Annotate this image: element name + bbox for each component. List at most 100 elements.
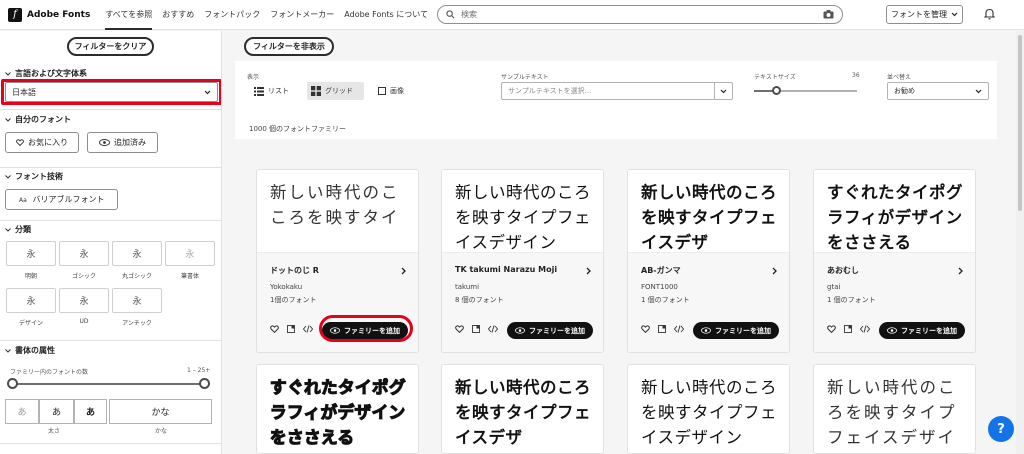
scrollbar-thumb[interactable] — [1018, 35, 1022, 211]
class-tile-ud[interactable]: 永 — [59, 288, 109, 313]
view-image-label: 画像 — [390, 87, 404, 95]
view-toolbar — [235, 61, 997, 139]
heart-icon[interactable] — [827, 325, 836, 333]
font-card-preview[interactable]: すぐれたタイポグラフィがデザインをささえる — [814, 170, 975, 252]
chevron-right-icon[interactable] — [586, 267, 591, 275]
font-card-preview[interactable]: 新しい時代のころを映すタイプフェイスデザイン — [628, 365, 789, 447]
nav-link-recommendations[interactable]: おすすめ — [157, 0, 199, 30]
sample-text-input[interactable] — [502, 87, 714, 95]
font-card-foundry[interactable]: Yokokaku — [270, 283, 302, 291]
font-card-count: 1 個のフォント — [827, 296, 876, 304]
font-card-preview[interactable]: 新しい時代のころを映すタイプフェイスデザイン — [814, 365, 975, 447]
font-card[interactable]: すぐれたタイポグラフィがデザインをささえる あおむし gtai 1 個のフォント… — [813, 169, 976, 353]
search-bar[interactable] — [437, 5, 843, 24]
sample-text-dropdown[interactable] — [714, 83, 732, 99]
family-count-max-handle[interactable] — [199, 378, 210, 389]
nav-link-browse-all[interactable]: すべてを参照 — [100, 0, 157, 30]
view-list-button[interactable]: リスト — [250, 82, 295, 100]
chevron-right-icon[interactable] — [401, 267, 406, 275]
sample-text-field[interactable] — [501, 82, 733, 100]
code-icon[interactable] — [488, 325, 498, 333]
variable-fonts-button[interactable]: Aa バリアブルフォント — [5, 189, 118, 210]
chevron-down-icon — [5, 117, 11, 122]
added-fonts-button[interactable]: 追加済み — [87, 132, 158, 153]
library-icon[interactable] — [472, 325, 480, 333]
adobe-fonts-logo-icon[interactable]: f — [8, 7, 22, 22]
hide-filters-button[interactable]: フィルターを非表示 — [244, 37, 334, 56]
kana-button[interactable]: かな — [109, 399, 212, 424]
heart-icon[interactable] — [455, 325, 464, 333]
font-card-preview[interactable]: 新しい時代のころを映すタイプフェイスデザイン — [442, 170, 603, 252]
font-card-foundry[interactable]: takumi — [455, 283, 479, 291]
page-scrollbar[interactable] — [1016, 31, 1024, 454]
class-label-gothic: ゴシック — [71, 273, 96, 280]
weight-bold-button[interactable]: あ — [74, 399, 107, 424]
font-card[interactable]: 新しい時代のころを映すタイプフェイスデザイン TK takumi Narazu … — [441, 169, 604, 353]
heart-icon[interactable] — [270, 325, 279, 333]
class-tile-maru-gothic[interactable]: 永 — [112, 241, 162, 266]
text-size-slider-track[interactable] — [754, 90, 857, 92]
nav-link-font-packs[interactable]: フォントパック — [199, 0, 265, 30]
family-count-min-handle[interactable] — [7, 378, 18, 389]
chevron-right-icon[interactable] — [958, 267, 963, 275]
weight-regular-button[interactable]: あ — [39, 399, 74, 424]
add-family-button[interactable]: ファミリーを追加 — [693, 322, 779, 339]
view-grid-button[interactable]: グリッド — [307, 82, 364, 100]
add-family-button[interactable]: ファミリーを追加 — [507, 322, 593, 339]
class-tile-design[interactable]: 永 — [6, 288, 56, 313]
add-family-highlight-annotation — [319, 315, 413, 342]
kana-label: かな — [155, 428, 168, 435]
heart-icon[interactable] — [641, 325, 650, 333]
favorites-label: お気に入り — [28, 138, 68, 147]
classification-section-title[interactable]: 分類 — [5, 224, 31, 235]
nav-link-about[interactable]: Adobe Fonts について — [339, 0, 433, 30]
add-family-button[interactable]: ファミリーを追加 — [879, 322, 965, 339]
class-label-ud: UD — [79, 318, 89, 325]
code-icon[interactable] — [674, 325, 684, 333]
my-fonts-section-title[interactable]: 自分のフォント — [5, 114, 71, 125]
class-tile-antique[interactable]: 永 — [112, 288, 162, 313]
class-tile-gothic[interactable]: 永 — [59, 241, 109, 266]
font-card-foundry[interactable]: gtai — [827, 283, 840, 291]
code-icon[interactable] — [860, 325, 870, 333]
library-icon[interactable] — [844, 325, 852, 333]
font-card-name[interactable]: TK takumi Narazu Moji — [455, 265, 557, 274]
nav-links: すべてを参照 おすすめ フォントパック フォントメーカー Adobe Fonts… — [100, 0, 433, 30]
family-count-slider-track[interactable] — [11, 383, 205, 385]
font-card-foundry[interactable]: FONT1000 — [641, 283, 678, 291]
clear-filters-button[interactable]: フィルターをクリア — [67, 37, 154, 56]
properties-section-title[interactable]: 書体の属性 — [5, 345, 55, 356]
library-icon[interactable] — [287, 325, 295, 333]
font-card[interactable]: すぐれたタイポグラフィがデザインをささえる — [256, 364, 419, 454]
font-card-preview[interactable]: すぐれたタイポグラフィがデザインをささえる — [257, 365, 418, 447]
font-card-name[interactable]: あおむし — [827, 265, 859, 276]
font-card-name[interactable]: ドットのじ R — [270, 265, 319, 276]
language-section-title[interactable]: 言語および文字体系 — [5, 68, 87, 79]
code-icon[interactable] — [303, 325, 313, 333]
brand-name[interactable]: Adobe Fonts — [27, 10, 90, 20]
font-card-name[interactable]: AB-ガンマ — [641, 265, 681, 276]
class-tile-brush[interactable]: 永 — [165, 241, 215, 266]
font-card[interactable]: 新しい時代のころを映すタイプフェイスデザイン — [813, 364, 976, 454]
camera-icon[interactable] — [823, 10, 834, 19]
class-tile-mincho[interactable]: 永 — [6, 241, 56, 266]
view-image-button[interactable]: 画像 — [374, 82, 414, 100]
chevron-right-icon[interactable] — [772, 267, 777, 275]
help-button[interactable]: ? — [988, 416, 1014, 442]
font-card-preview[interactable]: 新しい時代のころを映すタイプフェイスデザ — [442, 365, 603, 447]
font-card-preview[interactable]: 新しい時代のこころを映すタイ — [257, 170, 418, 252]
search-input[interactable] — [461, 10, 823, 19]
font-card[interactable]: 新しい時代のころを映すタイプフェイスデザイン — [627, 364, 790, 454]
language-highlight-annotation — [1, 79, 221, 105]
font-card-preview[interactable]: 新しい時代のころを映すタイプフェイスデザ — [628, 170, 789, 252]
nav-link-foundries[interactable]: フォントメーカー — [265, 0, 339, 30]
font-technology-section-title[interactable]: フォント技術 — [5, 171, 63, 182]
bell-icon[interactable] — [984, 8, 995, 20]
sort-select[interactable]: お勧め — [887, 82, 989, 100]
font-card[interactable]: 新しい時代のころを映すタイプフェイスデザ — [441, 364, 604, 454]
weight-light-button[interactable]: あ — [5, 399, 39, 424]
favorites-button[interactable]: お気に入り — [5, 132, 79, 153]
font-card[interactable]: 新しい時代のころを映すタイプフェイスデザ AB-ガンマ FONT1000 1 個… — [627, 169, 790, 353]
manage-fonts-button[interactable]: フォントを管理 — [886, 5, 963, 24]
library-icon[interactable] — [658, 325, 666, 333]
